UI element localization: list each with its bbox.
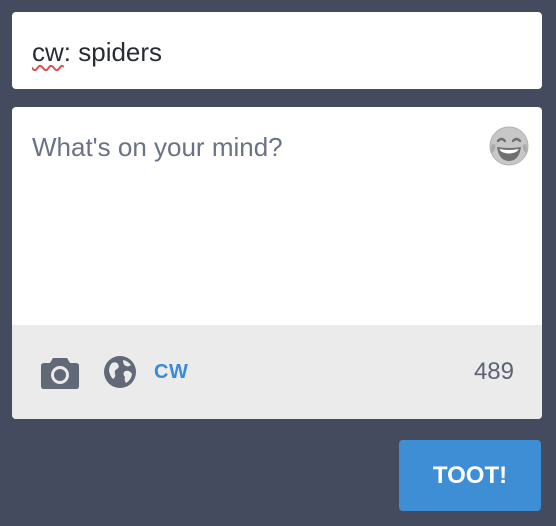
status-textarea[interactable]: [12, 107, 542, 325]
content-warning-value: cw: spiders: [32, 39, 162, 65]
character-counter: 489: [473, 358, 514, 385]
content-warning-text: : spiders: [63, 36, 163, 67]
content-warning-field[interactable]: cw: spiders: [12, 12, 542, 89]
misspelled-word: cw: [32, 36, 64, 67]
laughing-emoji-icon[interactable]: [487, 124, 531, 168]
compose-toolbar: CW 489: [12, 325, 542, 419]
toot-button[interactable]: TOOT!: [399, 440, 541, 511]
camera-icon[interactable]: [40, 354, 80, 390]
cw-toggle-button[interactable]: CW: [154, 359, 188, 385]
compose-box: CW 489: [12, 107, 542, 419]
globe-icon[interactable]: [103, 355, 137, 389]
